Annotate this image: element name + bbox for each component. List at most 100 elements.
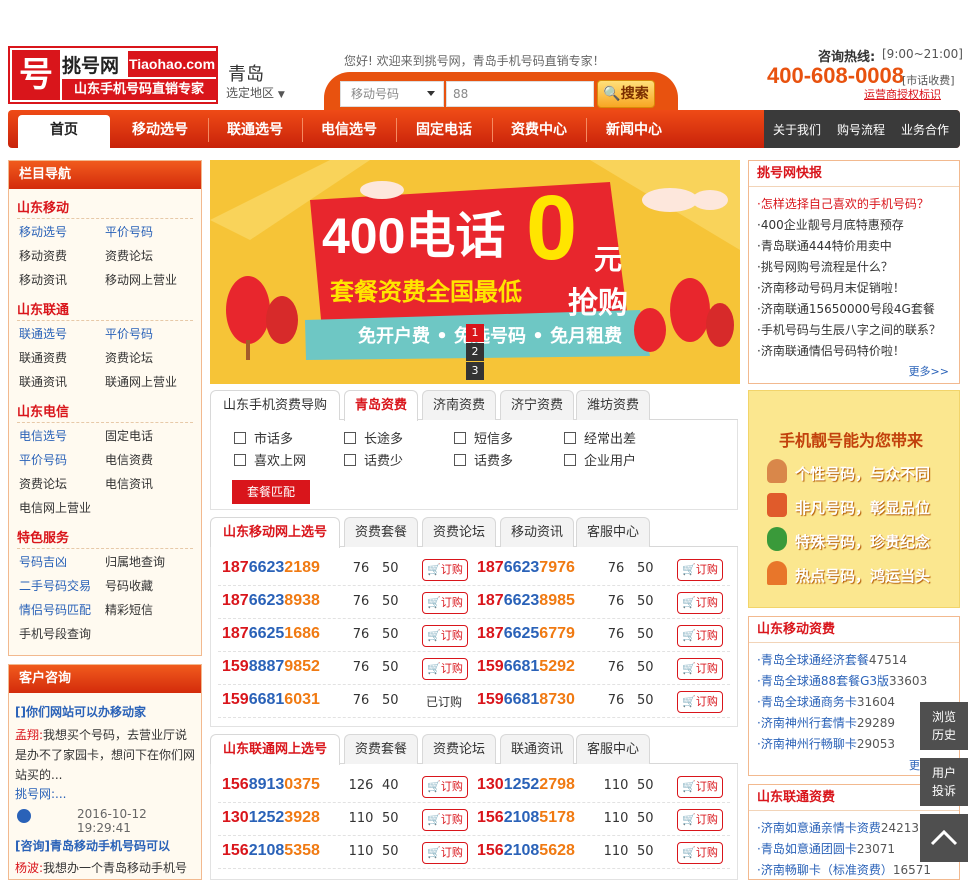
checkbox[interactable] (234, 432, 246, 444)
consult-question-2[interactable]: [咨询]青岛移动手机号码可以 (15, 837, 170, 854)
tab-mobile-numbers[interactable]: 山东移动网上选号 (210, 517, 340, 548)
phone-number[interactable]: 15621085358 (222, 842, 320, 860)
promo-banner[interactable]: 400电话 0 元 抢购 套餐资费全国最低 免开户费 • 免选号码 • 免月租费… (210, 160, 740, 384)
nav-item-about[interactable]: 关于我们 (766, 110, 828, 148)
checkbox[interactable] (344, 454, 356, 466)
phone-number[interactable]: 18766238938 (222, 592, 320, 610)
tariff-option[interactable]: 长途多 (344, 428, 403, 447)
site-logo[interactable]: 号 挑号网 Tiaohao.com 山东手机号码直销专家 (8, 46, 218, 104)
fee-item[interactable]: ·济南畅聊卡（标准资费）16571 (757, 861, 931, 878)
order-button[interactable]: 🛒订购 (677, 809, 723, 831)
nav-item-telecom[interactable]: 电信选号 (304, 110, 394, 148)
phone-number[interactable]: 15689130375 (222, 776, 320, 794)
sidebar-link[interactable]: 固定电话 (105, 427, 153, 444)
nav-item-tariff[interactable]: 资费中心 (494, 110, 584, 148)
checkbox[interactable] (564, 432, 576, 444)
news-item[interactable]: ·怎样选择自己喜欢的手机号码？ (757, 195, 929, 212)
tab-unicom-service[interactable]: 客服中心 (576, 734, 650, 764)
nav-item-unicom[interactable]: 联通选号 (210, 110, 300, 148)
checkbox[interactable] (564, 454, 576, 466)
tab-mobile-news[interactable]: 移动资讯 (500, 517, 574, 547)
nav-item-home[interactable]: 首页 (18, 115, 110, 148)
order-button[interactable]: 🛒订购 (677, 559, 723, 581)
tab-mobile-forum[interactable]: 资费论坛 (422, 517, 496, 547)
order-button[interactable]: 🛒订购 (677, 691, 723, 713)
phone-number[interactable]: 15621085628 (477, 842, 575, 860)
phone-number[interactable]: 15966815292 (477, 658, 575, 676)
phone-number[interactable]: 15621085178 (477, 809, 575, 827)
city-select[interactable]: 选定地区 ▼ (226, 84, 285, 101)
order-button[interactable]: 🛒订购 (677, 658, 723, 680)
tab-unicom-plans[interactable]: 资费套餐 (344, 734, 418, 764)
banner-page-1[interactable]: 1 (466, 324, 484, 342)
sidebar-link[interactable]: 联通网上营业 (105, 373, 177, 390)
match-plan-button[interactable]: 套餐匹配 (232, 480, 310, 504)
sidebar-link[interactable]: 联通资讯 (19, 373, 67, 390)
tariff-option[interactable]: 企业用户 (564, 450, 636, 469)
tab-qingdao-tariff[interactable]: 青岛资费 (344, 390, 418, 421)
sidebar-link[interactable]: 资费论坛 (105, 247, 153, 264)
checkbox[interactable] (344, 432, 356, 444)
complaint-button[interactable]: 用户投诉 (920, 758, 968, 806)
news-item[interactable]: ·手机号码与生辰八字之间的联系？ (757, 321, 941, 338)
tab-unicom-numbers[interactable]: 山东联通网上选号 (210, 734, 340, 765)
order-button[interactable]: 🛒订购 (422, 842, 468, 864)
order-button[interactable]: 🛒订购 (677, 842, 723, 864)
tab-weifang-tariff[interactable]: 潍坊资费 (576, 390, 650, 420)
checkbox[interactable] (454, 454, 466, 466)
order-button[interactable]: 🛒订购 (422, 559, 468, 581)
phone-number[interactable]: 13012522798 (477, 776, 575, 794)
fee-item[interactable]: ·青岛全球通商务卡31604 (757, 693, 895, 710)
trademark-link[interactable]: 运营商授权标识 (864, 86, 941, 102)
fee-item[interactable]: ·济南神州行畅聊卡29053 (757, 735, 895, 752)
news-item[interactable]: ·挑号网购号流程是什么？ (757, 258, 893, 275)
phone-number[interactable]: 13012523928 (222, 809, 320, 827)
sidebar-link[interactable]: 资费论坛 (105, 349, 153, 366)
tariff-option[interactable]: 经常出差 (564, 428, 636, 447)
sidebar-link[interactable]: 情侣号码匹配 (19, 601, 91, 618)
news-item[interactable]: ·济南移动号码月末促销啦！ (757, 279, 905, 296)
sidebar-link[interactable]: 手机号段查询 (19, 625, 91, 642)
sidebar-link[interactable]: 移动网上营业 (105, 271, 177, 288)
nav-item-news[interactable]: 新闻中心 (588, 110, 680, 148)
phone-number[interactable]: 15988879852 (222, 658, 320, 676)
phone-number[interactable]: 18766237976 (477, 559, 575, 577)
order-button[interactable]: 🛒订购 (422, 625, 468, 647)
fee-item[interactable]: ·济南神州行套情卡29289 (757, 714, 895, 731)
consult-question-1[interactable]: []你们网站可以办移动家 (15, 703, 146, 720)
news-item[interactable]: ·济南联通15650000号段4G套餐 (757, 300, 935, 317)
nav-item-landline[interactable]: 固定电话 (398, 110, 490, 148)
tab-tariff-guide[interactable]: 山东手机资费导购 (210, 390, 340, 420)
tab-mobile-service[interactable]: 客服中心 (576, 517, 650, 547)
nav-item-mobile[interactable]: 移动选号 (114, 110, 206, 148)
order-button[interactable]: 🛒订购 (422, 809, 468, 831)
checkbox[interactable] (234, 454, 246, 466)
banner-page-2[interactable]: 2 (466, 343, 484, 361)
search-button[interactable]: 🔍搜索 (597, 80, 655, 108)
tab-jining-tariff[interactable]: 济宁资费 (500, 390, 574, 420)
phone-number[interactable]: 15966816031 (222, 691, 320, 709)
phone-number[interactable]: 18766238985 (477, 592, 575, 610)
sidebar-link[interactable]: 归属地查询 (105, 553, 165, 570)
tariff-option[interactable]: 喜欢上网 (234, 450, 306, 469)
sidebar-link[interactable]: 平价号码 (19, 451, 67, 468)
sidebar-link[interactable]: 平价号码 (105, 223, 153, 240)
tab-mobile-plans[interactable]: 资费套餐 (344, 517, 418, 547)
order-button[interactable]: 🛒订购 (422, 776, 468, 798)
sidebar-link[interactable]: 平价号码 (105, 325, 153, 342)
back-to-top-button[interactable] (920, 814, 968, 862)
order-button[interactable]: 🛒订购 (422, 592, 468, 614)
phone-number[interactable]: 18766232189 (222, 559, 320, 577)
browse-history-button[interactable]: 浏览历史 (920, 702, 968, 750)
nav-item-cooperation[interactable]: 业务合作 (894, 110, 956, 148)
fee-item[interactable]: ·青岛如意通团圆卡23071 (757, 840, 895, 857)
news-item[interactable]: ·青岛联通444特价用卖中 (757, 237, 892, 254)
fee-item[interactable]: ·济南如意通亲情卡资费24213 (757, 819, 919, 836)
sidebar-link[interactable]: 二手号码交易 (19, 577, 91, 594)
tab-jinan-tariff[interactable]: 济南资费 (422, 390, 496, 420)
sidebar-link[interactable]: 移动资费 (19, 247, 67, 264)
sidebar-link[interactable]: 号码吉凶 (19, 553, 67, 570)
sidebar-link[interactable]: 移动选号 (19, 223, 67, 240)
news-more-link[interactable]: 更多>> (909, 363, 949, 379)
search-type-select[interactable]: 移动号码 (340, 81, 444, 107)
